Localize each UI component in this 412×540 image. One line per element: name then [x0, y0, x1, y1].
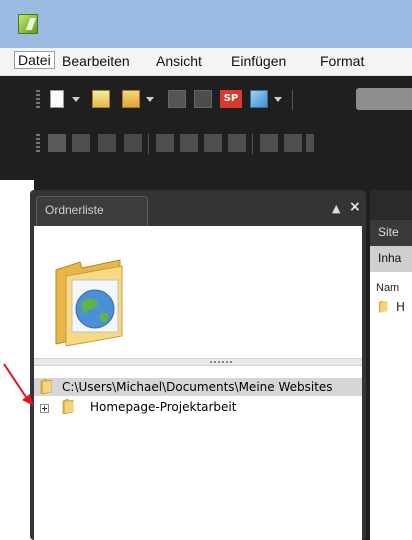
tab-folder-list-label: Ordnerliste [45, 203, 104, 217]
layer-icon[interactable] [48, 134, 66, 152]
panel-splitter[interactable] [34, 358, 362, 366]
rotate-right-icon[interactable] [180, 134, 198, 152]
splitter-grip [210, 361, 234, 363]
sharepoint-icon[interactable]: SP [220, 90, 242, 108]
menu-format[interactable]: Format [320, 53, 364, 69]
preview-icon[interactable] [250, 90, 268, 108]
menu-bearbeiten[interactable]: Bearbeiten [62, 53, 130, 69]
annotation-arrow-icon [3, 363, 34, 406]
flip-vertical-icon[interactable] [204, 134, 222, 152]
toolbar-grip[interactable] [36, 134, 40, 154]
menu-bar: Datei Bearbeiten Ansicht Einfügen Format [0, 48, 412, 76]
title-bar [0, 0, 412, 48]
open-folder-icon[interactable] [122, 90, 140, 108]
toolbar-separator [292, 90, 293, 110]
toolbar-separator [252, 134, 253, 154]
folder-icon [378, 300, 388, 313]
less-contrast-icon[interactable] [284, 134, 302, 152]
tree-child-row[interactable]: Homepage-Projektarbeit [34, 398, 362, 416]
menu-ansicht[interactable]: Ansicht [156, 53, 202, 69]
toolbar-grip[interactable] [36, 90, 40, 110]
pin-icon[interactable]: ▲ [332, 202, 340, 215]
position-icon[interactable] [72, 134, 90, 152]
site-item-label[interactable]: H [396, 300, 405, 314]
tree-child-label: Homepage-Projektarbeit [90, 400, 237, 414]
folder-icon [40, 379, 52, 394]
site-panel-subheader-label[interactable]: Inha [378, 251, 401, 265]
close-panel-button[interactable]: × [349, 199, 361, 215]
name-column-header[interactable]: Nam [376, 282, 399, 294]
flip-horizontal-icon[interactable] [228, 134, 246, 152]
brightness-icon[interactable] [306, 134, 314, 152]
tree-root-label: C:\Users\Michael\Documents\Meine Website… [62, 380, 333, 394]
toolbar-standard: SP [0, 80, 412, 116]
site-panel-top [370, 190, 412, 220]
toolbar-separator [148, 134, 149, 154]
app-icon [18, 14, 38, 34]
tree-root-row[interactable]: C:\Users\Michael\Documents\Meine Website… [34, 378, 362, 396]
style-dropdown[interactable] [356, 88, 412, 110]
tab-folder-list[interactable]: Ordnerliste [36, 196, 148, 226]
menu-einfuegen[interactable]: Einfügen [231, 53, 286, 69]
toolbar-area: SP [0, 76, 412, 180]
save-icon[interactable] [168, 90, 186, 108]
new-page-icon[interactable] [50, 90, 64, 108]
send-backward-icon[interactable] [124, 134, 142, 152]
bring-forward-icon[interactable] [98, 134, 116, 152]
save-all-icon[interactable] [194, 90, 212, 108]
toolbar-formatting [0, 126, 412, 162]
menu-datei[interactable]: Datei [14, 51, 55, 69]
folder-icon [62, 399, 74, 414]
more-contrast-icon[interactable] [260, 134, 278, 152]
open-document-icon[interactable] [92, 90, 110, 108]
dropdown-arrow-icon[interactable] [146, 97, 154, 102]
website-folder-icon [55, 259, 123, 346]
dropdown-arrow-icon[interactable] [274, 97, 282, 102]
rotate-left-icon[interactable] [156, 134, 174, 152]
site-panel-title: Site [378, 225, 399, 239]
dropdown-arrow-icon[interactable] [72, 97, 80, 102]
